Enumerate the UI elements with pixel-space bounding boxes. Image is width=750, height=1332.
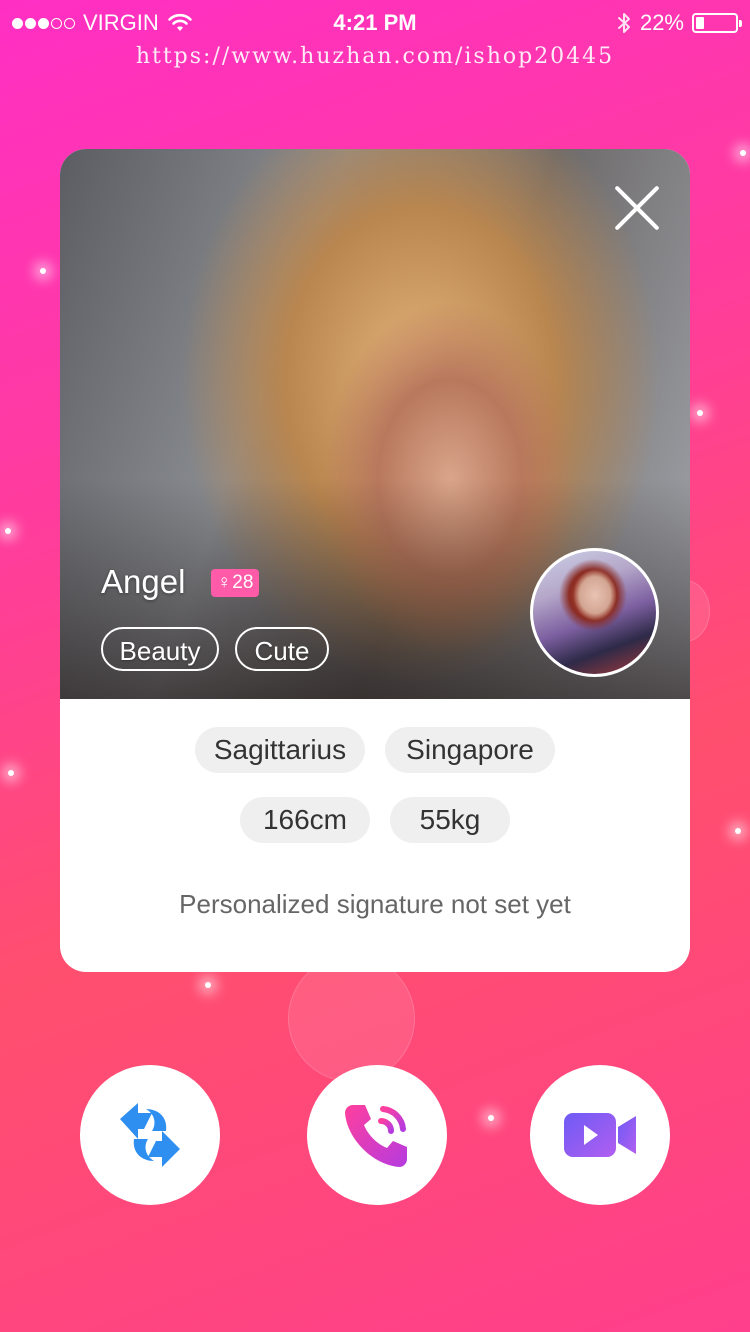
battery-fill	[696, 17, 704, 29]
profile-name: Angel	[101, 563, 186, 600]
sparkle-decoration	[40, 268, 46, 274]
sparkle-decoration	[8, 770, 14, 776]
swap-button[interactable]	[80, 1065, 220, 1205]
sparkle-decoration	[740, 150, 746, 156]
refresh-arrows-icon	[120, 1103, 180, 1167]
profile-card: Angel ♀ 28 Beauty Cute Sagittarius Singa…	[60, 149, 690, 972]
tag-cute: Cute	[235, 627, 329, 671]
voice-call-button[interactable]	[307, 1065, 447, 1205]
sparkle-decoration	[205, 982, 211, 988]
close-icon[interactable]	[613, 184, 661, 232]
battery-percent: 22%	[639, 10, 684, 35]
tag-beauty: Beauty	[101, 627, 219, 671]
profile-photo[interactable]: Angel ♀ 28 Beauty Cute	[60, 149, 690, 699]
female-icon: ♀	[217, 572, 232, 593]
phone-call-icon	[345, 1105, 407, 1167]
sparkle-decoration	[5, 528, 11, 534]
bluetooth-icon	[617, 13, 630, 33]
video-call-button[interactable]	[530, 1065, 670, 1205]
status-right: 22%	[616, 10, 742, 36]
battery-icon	[692, 13, 742, 33]
watermark-url: https://www.huzhan.com/ishop20445	[135, 44, 615, 69]
height-chip: 166cm	[240, 797, 370, 843]
gender-age-badge: ♀ 28	[211, 569, 260, 597]
age-label: 28	[232, 572, 254, 593]
sparkle-decoration	[697, 410, 703, 416]
sparkle-decoration	[488, 1115, 494, 1121]
zodiac-chip: Sagittarius	[195, 727, 365, 773]
avatar[interactable]	[530, 548, 659, 677]
bokeh-decoration	[288, 955, 415, 1082]
signature-text: Personalized signature not set yet	[179, 889, 571, 919]
weight-chip: 55kg	[390, 797, 510, 843]
video-camera-icon	[564, 1113, 636, 1157]
status-bar: VIRGIN 4:21 PM 22%	[0, 0, 750, 44]
sparkle-decoration	[735, 828, 741, 834]
location-chip: Singapore	[385, 727, 555, 773]
